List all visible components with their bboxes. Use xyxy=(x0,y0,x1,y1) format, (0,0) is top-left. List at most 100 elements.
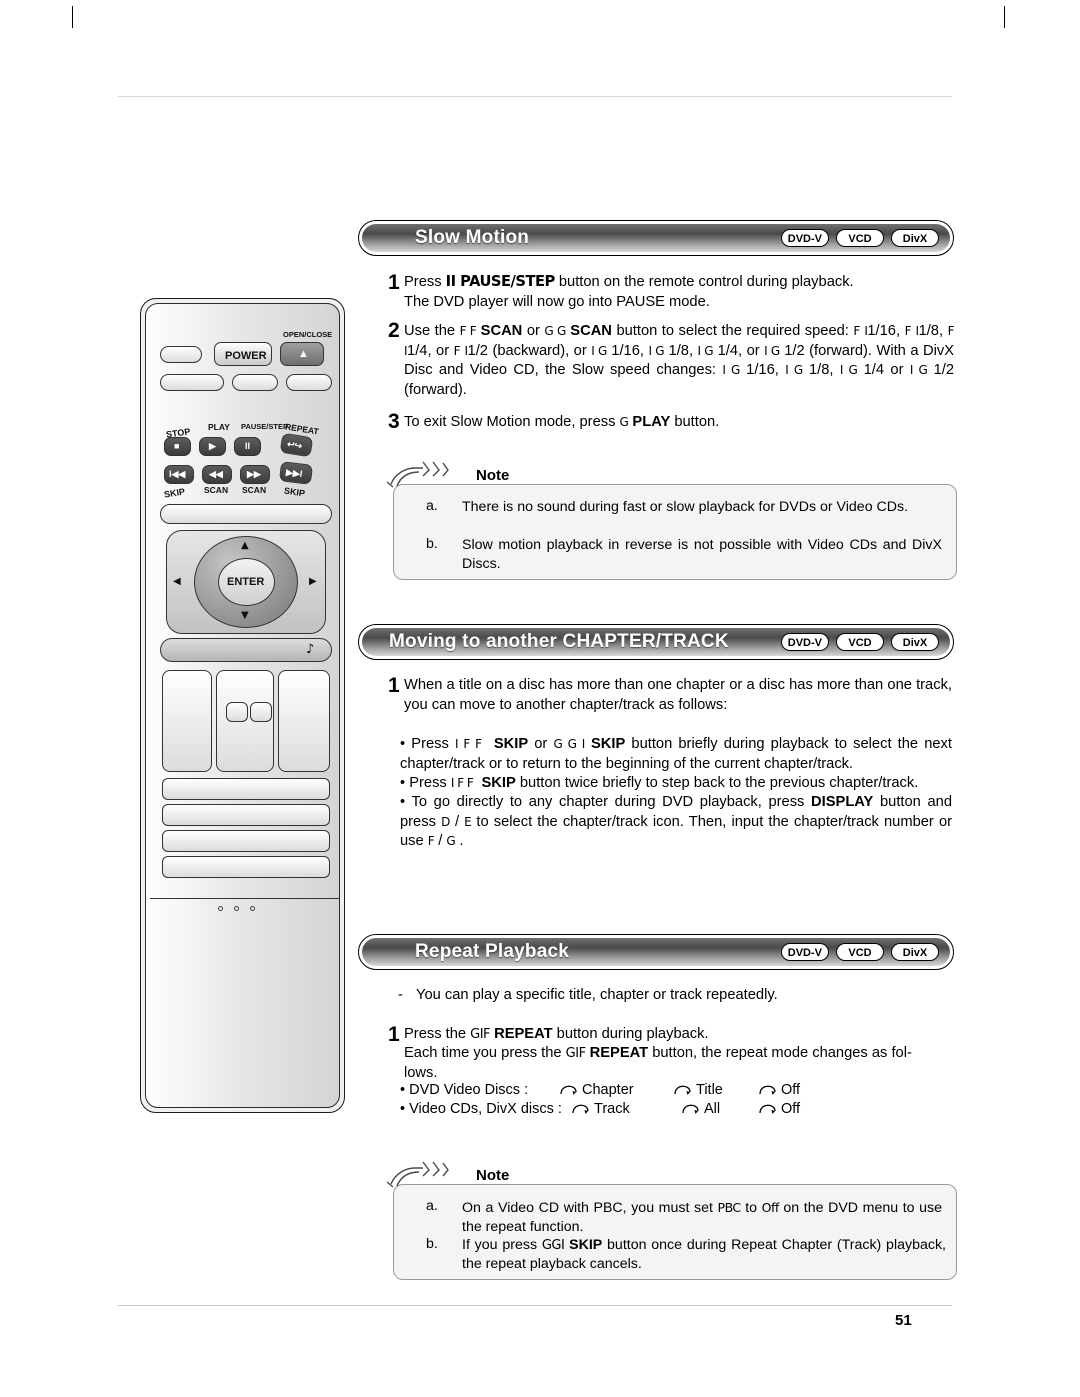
slow-motion-step-1: Press II PAUSE/STEP button on the remote… xyxy=(404,272,952,312)
remote-row-button xyxy=(162,830,330,852)
repeat-step-1-line2: Each time you press the GIF REPEAT butto… xyxy=(404,1045,912,1081)
moving-chapter-bullet-1: • Press I F F SKIP or G G I SKIP button … xyxy=(400,736,952,772)
footer-rule xyxy=(118,1305,952,1306)
remote-row-button xyxy=(162,778,330,800)
repeat-step1-a: Press the xyxy=(404,1026,471,1042)
section-header-slow-motion: Slow Motion DVD-V VCD DivX xyxy=(358,220,954,256)
remote-pill-button xyxy=(286,374,332,391)
repeat-mode-off: Off xyxy=(781,1101,801,1117)
disc-badges: DVD-V VCD DivX xyxy=(780,229,939,247)
remote-indicator-dot xyxy=(218,906,223,911)
dpad-right-icon: ▶ xyxy=(309,576,317,587)
badge-dvd-v: DVD-V xyxy=(780,943,829,961)
note-letter: a. xyxy=(426,1198,438,1214)
repeat-intro-text: You can play a specific title, chapter o… xyxy=(416,987,778,1003)
remote-inner-button xyxy=(250,702,272,722)
repeat-mode-all: All xyxy=(704,1101,721,1117)
repeat-key-1: REPEAT xyxy=(494,1026,553,1042)
dpad-up-icon: ▲ xyxy=(241,540,249,551)
repeat-mode-off: Off xyxy=(781,1082,801,1098)
skip-left-label: SKIP xyxy=(163,486,186,500)
badge-divx: DivX xyxy=(891,943,939,961)
stop-icon: ■ xyxy=(174,441,180,451)
repeat-arrow-icon xyxy=(674,1085,691,1095)
repeat-arrow-icon xyxy=(560,1085,577,1095)
step-number: 1 xyxy=(388,271,400,294)
open-close-label: OPEN/CLOSE xyxy=(283,330,333,339)
note-letter: b. xyxy=(426,536,438,552)
note-text: If you press GGI SKIP button once during… xyxy=(462,1237,946,1272)
power-label: POWER xyxy=(225,350,267,362)
remote-blank-button xyxy=(160,346,202,363)
remote-block-button xyxy=(278,670,330,772)
crop-mark xyxy=(72,6,73,28)
remote-inner-button xyxy=(226,702,248,722)
note-hand-icon xyxy=(386,1161,449,1188)
step1-pre: Press xyxy=(404,274,446,290)
note-text: On a Video CD with PBC, you must set PBC… xyxy=(462,1200,942,1235)
step-number: 1 xyxy=(388,674,400,697)
remote-indicator-dot xyxy=(250,906,255,911)
section-header-moving-chapter: Moving to another CHAPTER/TRACK DVD-V VC… xyxy=(358,624,954,660)
repeat-mode-row-vcd: • Video CDs, DivX discs : xyxy=(400,1101,562,1117)
scan-right-label: SCAN xyxy=(242,485,267,495)
remote-divider xyxy=(150,898,339,900)
pause-step-label: PAUSE/STEP xyxy=(241,422,288,431)
repeat-arrow-icon xyxy=(759,1104,776,1114)
repeat-row-label: • DVD Video Discs : xyxy=(400,1082,529,1098)
page-number: 51 xyxy=(895,1312,912,1329)
slow-motion-step-2: Use the F F SCAN or G G SCAN button to s… xyxy=(404,323,955,398)
step1-key: II PAUSE/STEP xyxy=(445,273,556,290)
badge-vcd: VCD xyxy=(836,943,884,961)
repeat-mode-chapter: Chapter xyxy=(582,1082,634,1098)
note-letter: b. xyxy=(426,1236,438,1252)
header-rule xyxy=(118,96,952,97)
play-label: PLAY xyxy=(208,422,230,432)
play-icon: ▶ xyxy=(209,441,216,451)
badge-divx: DivX xyxy=(891,229,939,247)
repeat-mode-row-dvd: • DVD Video Discs : xyxy=(400,1082,528,1098)
pause-icon: II xyxy=(245,441,251,451)
badge-divx: DivX xyxy=(891,633,939,651)
crop-mark xyxy=(1004,6,1005,28)
remote-row-button xyxy=(162,804,330,826)
skip-right-label: SKIP xyxy=(283,485,306,499)
step1-line2: The DVD player will now go into PAUSE mo… xyxy=(404,293,710,310)
section-header-repeat-playback: Repeat Playback DVD-V VCD DivX xyxy=(358,934,954,970)
remote-pill-button xyxy=(232,374,278,391)
remote-indicator-dot xyxy=(234,906,239,911)
skip-next-icon: ▶▶I xyxy=(285,467,303,479)
moving-chapter-bullet-2: • Press I F F SKIP button twice briefly … xyxy=(400,775,919,791)
step1-post: button on the remote control during play… xyxy=(554,274,854,290)
repeat-arrow-icon xyxy=(682,1104,699,1114)
dpad-down-icon: ▼ xyxy=(241,610,249,621)
badge-vcd: VCD xyxy=(836,633,884,651)
note-label: Note xyxy=(470,1167,516,1184)
repeat-arrow-icon xyxy=(759,1085,776,1095)
remote-pill-button xyxy=(160,374,224,391)
section-title: Repeat Playback xyxy=(415,941,570,962)
repeat-arrow-icon xyxy=(572,1104,589,1114)
repeat-mode-track: Track xyxy=(594,1101,630,1117)
remote-row-button xyxy=(162,856,330,878)
repeat-step1-b: button during playback. xyxy=(552,1026,709,1042)
remote-wide-button xyxy=(160,504,332,524)
dpad-left-icon: ◀ xyxy=(173,576,181,587)
note-text: Slow motion playback in reverse is not p… xyxy=(462,537,942,572)
disc-badges: DVD-V VCD DivX xyxy=(780,633,939,651)
skip-prev-icon: I◀◀ xyxy=(169,469,186,479)
repeat-icon: ↩↪ xyxy=(286,438,303,452)
remote-block-button xyxy=(162,670,212,772)
repeat-intro-dash: - xyxy=(398,987,403,1003)
section-title: Moving to another CHAPTER/TRACK xyxy=(389,631,729,652)
scan-forward-icon: ▶▶ xyxy=(247,469,261,479)
remote-body: POWER OPEN/CLOSE ▲ STOP PLAY PAUSE/STEP … xyxy=(145,303,340,1108)
scan-reverse-icon: ◀◀ xyxy=(209,469,223,479)
moving-chapter-bullet-3: • To go directly to any chapter during D… xyxy=(400,794,953,849)
eject-icon: ▲ xyxy=(298,348,309,360)
repeat-mode-title: Title xyxy=(696,1082,723,1098)
note-letter: a. xyxy=(426,498,438,514)
note-label: Note xyxy=(470,467,516,484)
disc-badges: DVD-V VCD DivX xyxy=(780,943,939,961)
slow-motion-step-3: To exit Slow Motion mode, press G PLAY b… xyxy=(404,414,720,430)
